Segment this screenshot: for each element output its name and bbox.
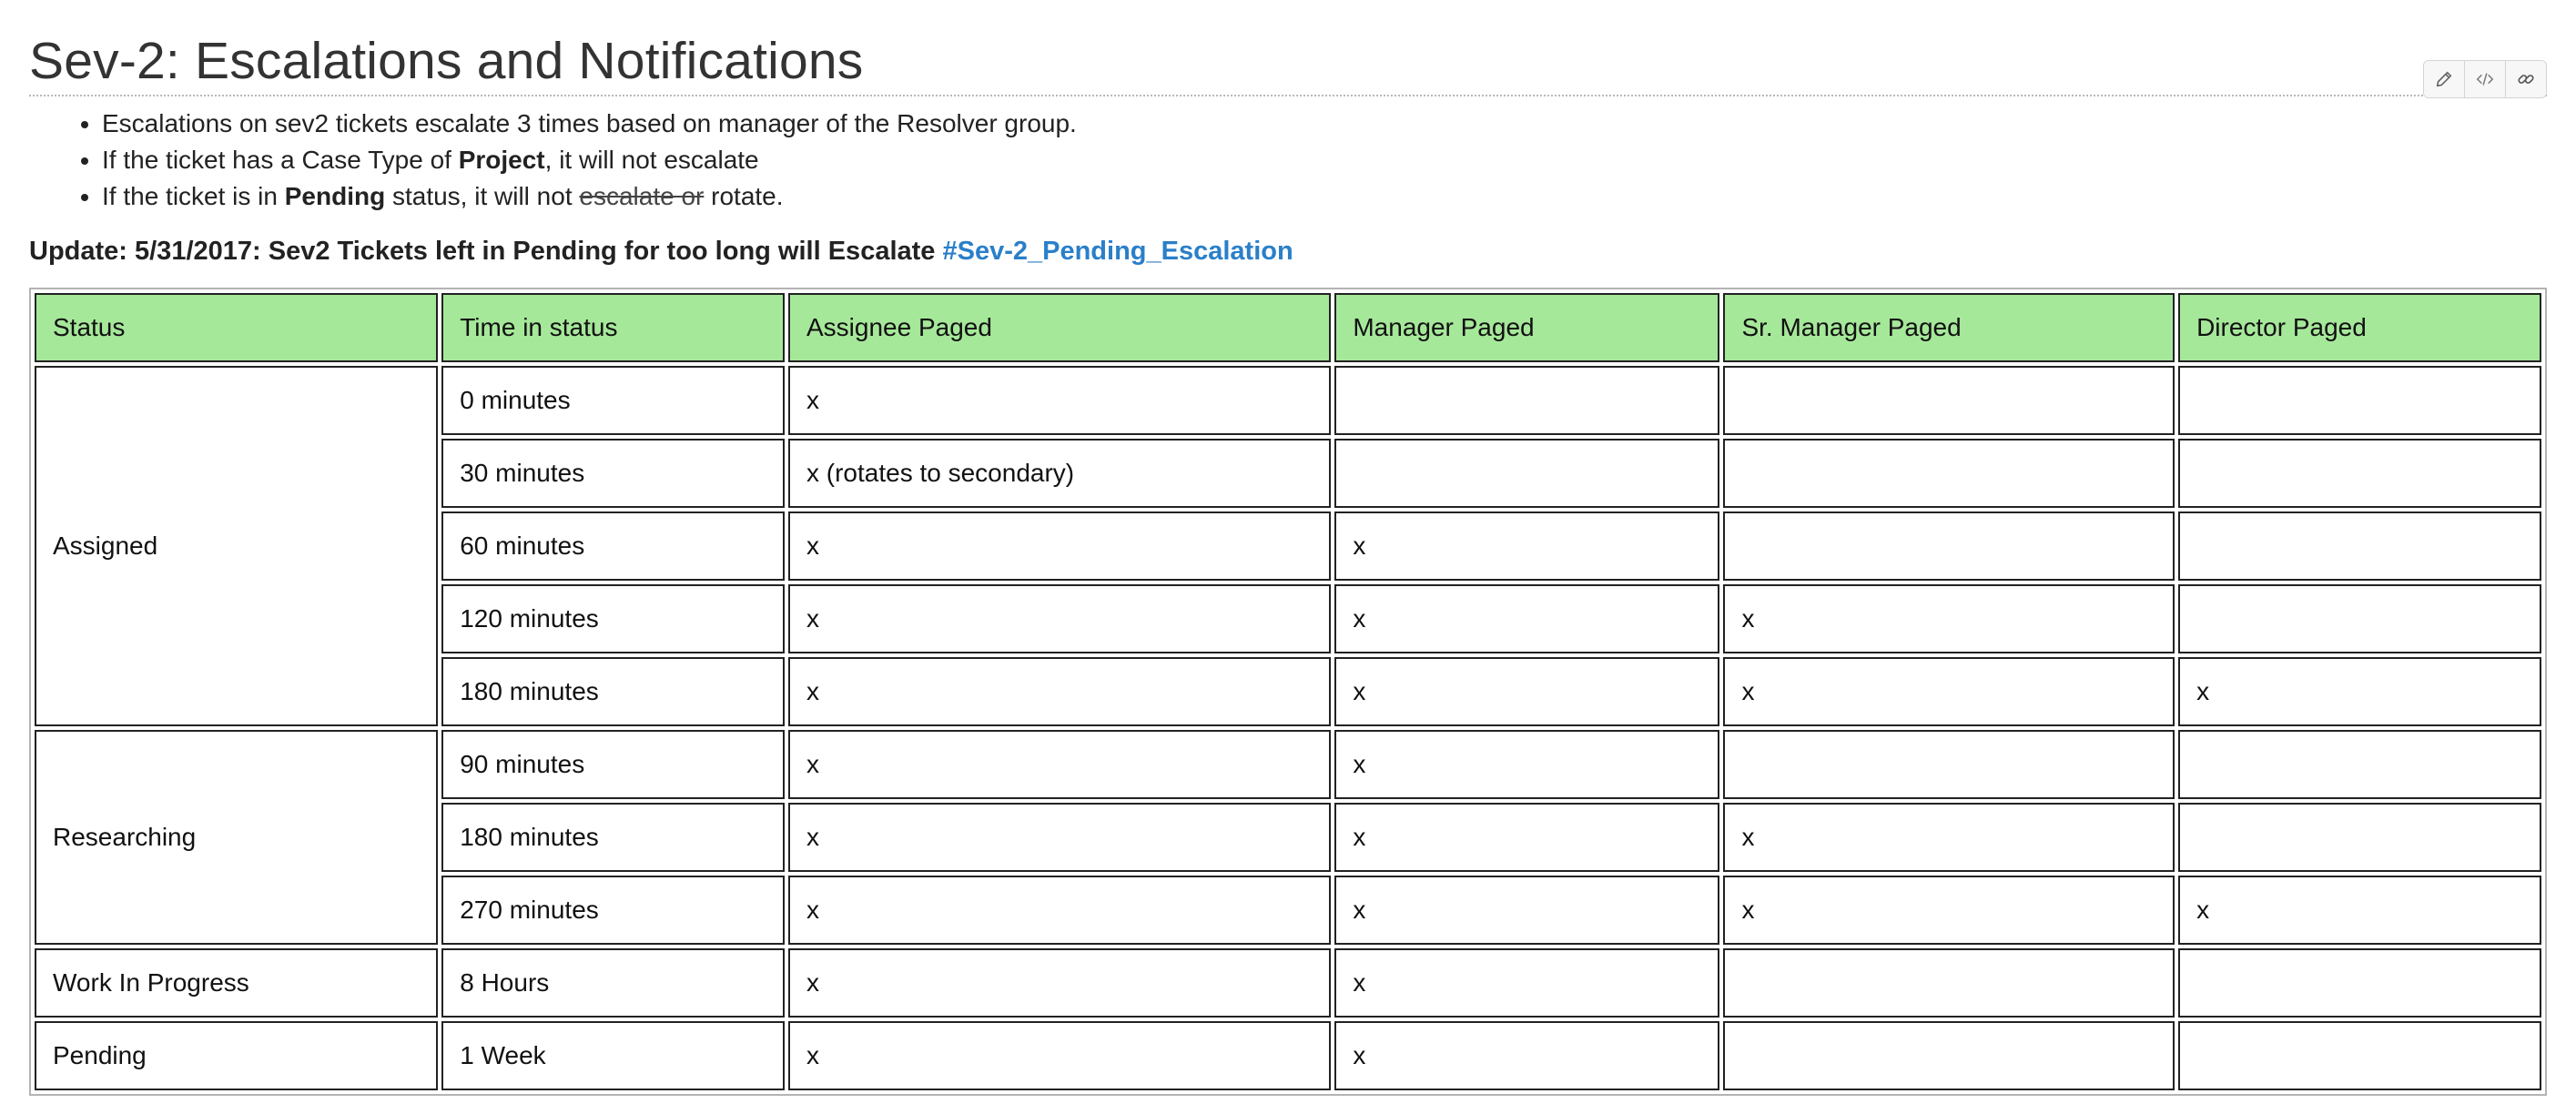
status-cell: Researching bbox=[35, 730, 439, 945]
table-cell bbox=[2178, 803, 2541, 872]
notes-list: Escalations on sev2 tickets escalate 3 t… bbox=[29, 106, 2547, 215]
table-row: Researching 90 minutes x x bbox=[35, 730, 2541, 945]
table-cell: x bbox=[787, 948, 1332, 1018]
table-cell bbox=[2178, 511, 2541, 581]
table-cell bbox=[1334, 439, 1720, 508]
copy-link-button[interactable] bbox=[2506, 61, 2546, 97]
table-cell: 270 minutes bbox=[441, 876, 785, 945]
table-cell bbox=[1723, 1021, 2175, 1090]
table-cell: 90 minutes bbox=[441, 730, 785, 799]
table-cell: x bbox=[1723, 803, 2175, 872]
table-cell: 30 minutes bbox=[441, 439, 785, 508]
link-icon bbox=[2518, 75, 2534, 84]
table-cell: x bbox=[787, 1021, 1332, 1090]
heading-toolbar bbox=[2423, 60, 2547, 98]
table-cell bbox=[1723, 948, 2175, 1018]
column-header: Director Paged bbox=[2178, 293, 2541, 362]
view-source-button[interactable] bbox=[2465, 61, 2506, 97]
title-row: Sev-2: Escalations and Notifications bbox=[29, 27, 2547, 98]
table-cell: x bbox=[2178, 876, 2541, 945]
bullet-text: , it will not escalate bbox=[544, 146, 759, 174]
table-cell bbox=[1723, 366, 2175, 435]
table-cell: x bbox=[1334, 584, 1720, 653]
status-cell: Pending bbox=[35, 1021, 439, 1090]
page-content: Sev-2: Escalations and Notifications • E… bbox=[29, 27, 2547, 1096]
column-header: Time in status bbox=[441, 293, 785, 362]
table-cell: x bbox=[1334, 511, 1720, 581]
table-cell: x bbox=[787, 584, 1332, 653]
case-type-value: Project bbox=[458, 146, 545, 174]
table-cell: x bbox=[1723, 657, 2175, 726]
update-note: Update: 5/31/2017: Sev2 Tickets left in … bbox=[29, 233, 2547, 269]
list-item: If the ticket is in Pending status, it w… bbox=[102, 178, 2547, 215]
table-cell: x (rotates to secondary) bbox=[787, 439, 1332, 508]
table-cell bbox=[2178, 584, 2541, 653]
edit-button[interactable] bbox=[2424, 61, 2465, 97]
table-cell: 1 Week bbox=[441, 1021, 785, 1090]
struck-text: escalate or bbox=[579, 182, 705, 210]
table-cell bbox=[2178, 366, 2541, 435]
table-cell bbox=[2178, 730, 2541, 799]
status-value: Pending bbox=[284, 182, 386, 210]
table-cell: x bbox=[1334, 876, 1720, 945]
status-cell: Assigned bbox=[35, 366, 439, 726]
table-cell bbox=[2178, 1021, 2541, 1090]
table-cell bbox=[1334, 366, 1720, 435]
table-cell: x bbox=[787, 657, 1332, 726]
table-cell: x bbox=[1334, 948, 1720, 1018]
table-cell: 8 Hours bbox=[441, 948, 785, 1018]
table-cell bbox=[1723, 439, 2175, 508]
table-cell: 120 minutes bbox=[441, 584, 785, 653]
table-cell: x bbox=[787, 511, 1332, 581]
table-cell: x bbox=[1723, 584, 2175, 653]
column-header: Sr. Manager Paged bbox=[1723, 293, 2175, 362]
table-cell: x bbox=[787, 803, 1332, 872]
status-cell: Work In Progress bbox=[35, 948, 439, 1018]
code-icon bbox=[2476, 73, 2494, 86]
table-cell: 180 minutes bbox=[441, 657, 785, 726]
list-item: Escalations on sev2 tickets escalate 3 t… bbox=[102, 106, 2547, 142]
table-cell: x bbox=[1723, 876, 2175, 945]
pending-escalation-link[interactable]: #Sev-2_Pending_Escalation bbox=[942, 237, 1293, 266]
table-cell bbox=[1723, 730, 2175, 799]
page-title: Sev-2: Escalations and Notifications bbox=[29, 32, 864, 90]
table-cell: 180 minutes bbox=[441, 803, 785, 872]
table-cell: x bbox=[2178, 657, 2541, 726]
table-cell: x bbox=[1334, 657, 1720, 726]
pencil-icon bbox=[2436, 71, 2452, 87]
table-row: Assigned 0 minutes x bbox=[35, 366, 2541, 726]
table-header-row: Status Time in status Assignee Paged Man… bbox=[35, 293, 2541, 362]
table-cell: 60 minutes bbox=[441, 511, 785, 581]
table-cell bbox=[1723, 511, 2175, 581]
table-cell: x bbox=[1334, 730, 1720, 799]
table-cell: x bbox=[787, 730, 1332, 799]
column-header: Assignee Paged bbox=[787, 293, 1332, 362]
table-cell bbox=[2178, 439, 2541, 508]
escalation-table: Status Time in status Assignee Paged Man… bbox=[29, 288, 2547, 1096]
table-row: Pending 1 Week x x bbox=[35, 1021, 2541, 1090]
table-cell: x bbox=[787, 876, 1332, 945]
list-item: If the ticket has a Case Type of Project… bbox=[102, 142, 2547, 178]
bullet-text: If the ticket has a Case Type of bbox=[102, 146, 459, 174]
table-cell: 0 minutes bbox=[441, 366, 785, 435]
table-row: Work In Progress 8 Hours x x bbox=[35, 948, 2541, 1018]
bullet-text: Escalations on sev2 tickets escalate 3 t… bbox=[102, 109, 1077, 137]
table-cell bbox=[2178, 948, 2541, 1018]
column-header: Manager Paged bbox=[1334, 293, 1720, 362]
table-cell: x bbox=[1334, 1021, 1720, 1090]
bullet-text: status, it will not bbox=[385, 182, 580, 210]
bullet-text: If the ticket is in bbox=[102, 182, 285, 210]
column-header: Status bbox=[35, 293, 439, 362]
table-cell: x bbox=[1334, 803, 1720, 872]
table-cell: x bbox=[787, 366, 1332, 435]
update-text: Update: 5/31/2017: Sev2 Tickets left in … bbox=[29, 237, 943, 266]
bullet-text: rotate. bbox=[704, 182, 784, 210]
